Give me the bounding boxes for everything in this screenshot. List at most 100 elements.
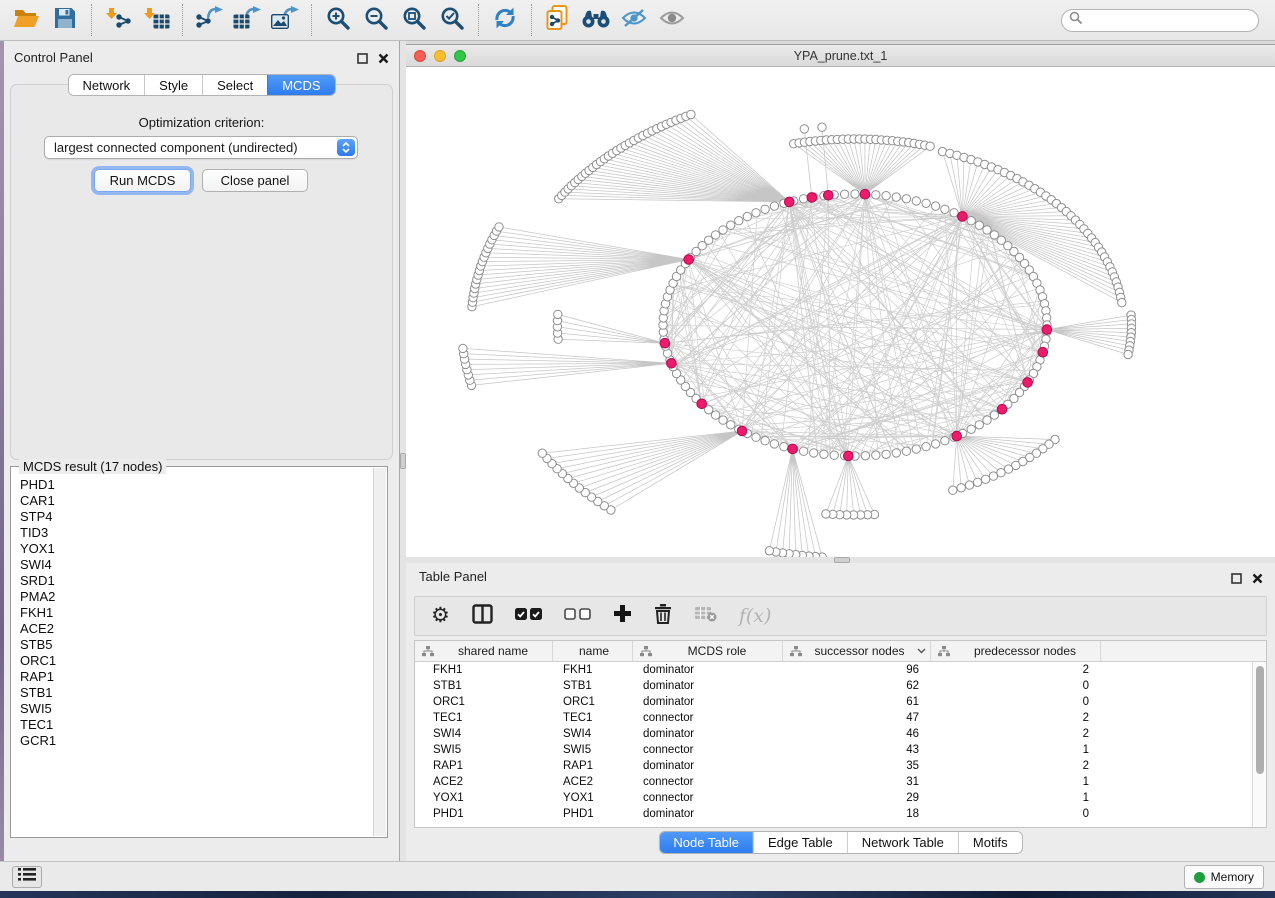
table-row[interactable]: FKH1FKH1dominator962 [415, 662, 1266, 678]
network-node[interactable] [780, 443, 788, 451]
mcds-node-item[interactable]: RAP1 [12, 669, 372, 685]
float-table-panel-icon[interactable] [1231, 571, 1242, 589]
network-node[interactable] [822, 510, 830, 518]
mcds-hub-node[interactable] [844, 451, 854, 461]
network-node[interactable] [931, 202, 939, 210]
zoom-out-button[interactable] [357, 3, 395, 37]
network-node[interactable] [495, 223, 503, 231]
network-node[interactable] [941, 205, 949, 213]
network-node[interactable] [912, 197, 920, 205]
network-node[interactable] [922, 443, 930, 451]
close-table-panel-icon[interactable] [1252, 571, 1263, 589]
window-close-traffic-light[interactable] [414, 50, 426, 62]
network-node[interactable] [820, 450, 828, 458]
table-row[interactable]: YOX1YOX1connector291 [415, 790, 1266, 806]
mcds-hub-node[interactable] [824, 191, 834, 201]
network-node[interactable] [770, 202, 778, 210]
network-node[interactable] [872, 451, 880, 459]
network-node[interactable] [989, 472, 997, 480]
network-node[interactable] [872, 191, 880, 199]
network-node[interactable] [840, 190, 848, 198]
tab-style[interactable]: Style [144, 75, 202, 95]
export-image-button[interactable] [266, 3, 304, 37]
mcds-hub-node[interactable] [684, 255, 694, 265]
mcds-hub-node[interactable] [667, 359, 677, 369]
tab-motifs[interactable]: Motifs [958, 832, 1022, 853]
network-node[interactable] [818, 123, 826, 131]
network-node[interactable] [770, 440, 778, 448]
network-node[interactable] [711, 231, 719, 239]
column-header-successor-nodes[interactable]: successor nodes [783, 641, 931, 661]
window-minimize-traffic-light[interactable] [434, 50, 446, 62]
network-node[interactable] [926, 142, 934, 150]
column-header-predecessor-nodes[interactable]: predecessor nodes [931, 641, 1101, 661]
table-row[interactable]: RAP1RAP1dominator352 [415, 758, 1266, 774]
mcds-hub-node[interactable] [737, 426, 747, 436]
mcds-node-item[interactable]: STB1 [12, 685, 372, 701]
network-node[interactable] [810, 449, 818, 457]
mcds-hub-node[interactable] [788, 444, 798, 454]
add-column-button[interactable] [613, 604, 632, 628]
table-row[interactable]: PHD1PHD1dominator180 [415, 806, 1266, 822]
mcds-hub-node[interactable] [697, 399, 707, 409]
tab-network[interactable]: Network [68, 75, 144, 95]
show-columns-button[interactable] [472, 604, 493, 629]
network-node[interactable] [743, 212, 751, 220]
import-table-button[interactable] [137, 3, 175, 37]
tab-mcds[interactable]: MCDS [267, 75, 334, 95]
close-panel-icon[interactable] [378, 51, 389, 69]
mcds-node-item[interactable]: TEC1 [12, 717, 372, 733]
mcds-node-item[interactable]: SWI5 [12, 701, 372, 717]
network-node[interactable] [902, 447, 910, 455]
tab-node-table[interactable]: Node Table [659, 832, 753, 853]
open-file-button[interactable] [8, 3, 46, 37]
network-node[interactable] [931, 440, 939, 448]
network-node[interactable] [761, 205, 769, 213]
network-node[interactable] [687, 110, 695, 118]
network-node[interactable] [912, 445, 920, 453]
network-node[interactable] [830, 451, 838, 459]
network-node[interactable] [799, 195, 807, 203]
column-header-MCDS-role[interactable]: MCDS role [633, 641, 783, 661]
network-node[interactable] [1118, 298, 1126, 306]
table-row[interactable]: TEC1TEC1connector472 [415, 710, 1266, 726]
refresh-button[interactable] [486, 3, 524, 37]
network-node[interactable] [941, 437, 949, 445]
network-node[interactable] [973, 478, 981, 486]
mcds-hub-node[interactable] [1023, 378, 1033, 388]
search-network-button[interactable] [577, 3, 615, 37]
optimization-criterion-select[interactable]: largest connected component (undirected) [44, 136, 358, 159]
mcds-node-item[interactable]: CAR1 [12, 493, 372, 509]
network-node[interactable] [983, 226, 991, 234]
mcds-node-item[interactable]: GCR1 [12, 733, 372, 749]
show-panel-button[interactable] [653, 3, 691, 37]
zoom-fit-button[interactable] [395, 3, 433, 37]
network-node[interactable] [965, 481, 973, 489]
table-scrollbar[interactable] [1252, 662, 1266, 827]
tab-edge-table[interactable]: Edge Table [753, 832, 847, 853]
network-node[interactable] [799, 447, 807, 455]
network-node[interactable] [882, 450, 890, 458]
network-node[interactable] [892, 193, 900, 201]
mcds-node-item[interactable]: ORC1 [12, 653, 372, 669]
network-node[interactable] [765, 547, 773, 555]
zoom-selected-button[interactable] [433, 3, 471, 37]
hide-panel-button[interactable] [615, 3, 653, 37]
mcds-hub-node[interactable] [660, 338, 670, 348]
mcds-node-item[interactable]: ACE2 [12, 621, 372, 637]
table-row[interactable]: ACE2ACE2connector311 [415, 774, 1266, 790]
network-node[interactable] [719, 416, 727, 424]
mcds-node-item[interactable]: FKH1 [12, 605, 372, 621]
import-network-button[interactable] [99, 3, 137, 37]
network-node[interactable] [735, 217, 743, 225]
network-node[interactable] [967, 425, 975, 433]
column-header-name[interactable]: name [553, 641, 633, 661]
network-window-titlebar[interactable]: YPA_prune.txt_1 [406, 45, 1275, 67]
network-node[interactable] [975, 221, 983, 229]
mcds-node-item[interactable]: SRD1 [12, 573, 372, 589]
network-node[interactable] [950, 209, 958, 217]
search-input[interactable] [1083, 10, 1258, 31]
mcds-node-item[interactable]: TID3 [12, 525, 372, 541]
clone-network-button[interactable] [539, 3, 577, 37]
mcds-hub-node[interactable] [1042, 325, 1052, 335]
